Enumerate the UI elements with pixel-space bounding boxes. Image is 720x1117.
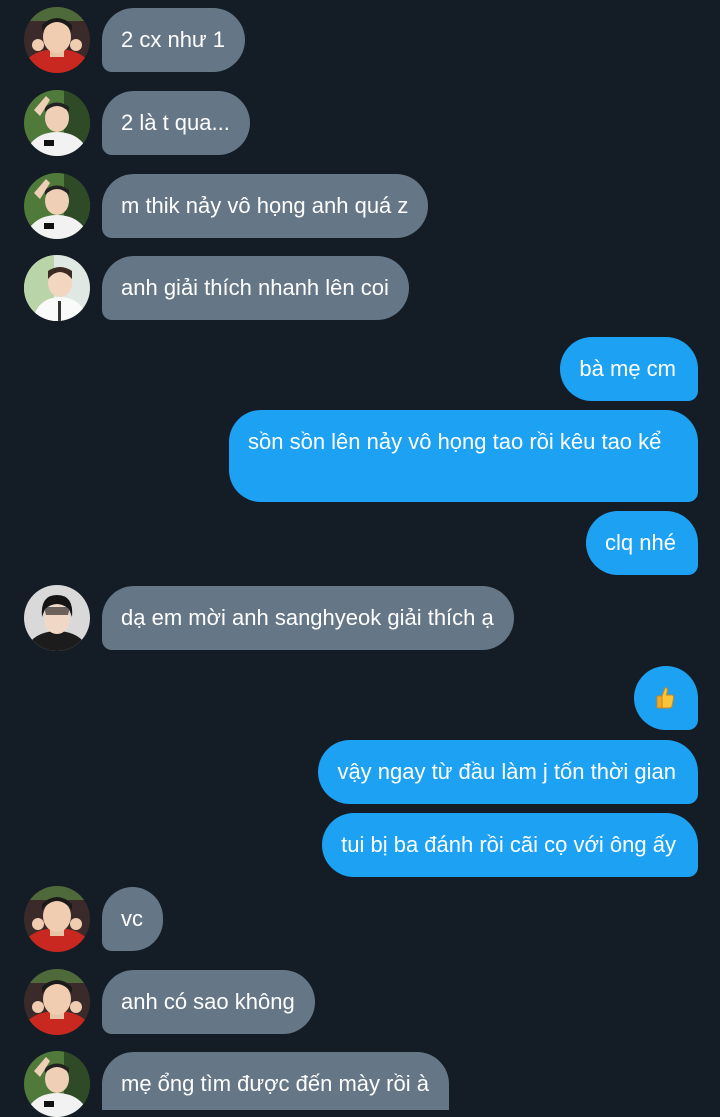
message-bubble-outgoing[interactable]: bà mẹ cm bbox=[560, 337, 698, 401]
avatar-red-jacket[interactable] bbox=[24, 7, 90, 73]
conversation-thread: 2 cx như 1 2 là t qua... m thik nảy vô h… bbox=[0, 0, 720, 1117]
message-text: tui bị ba đánh rồi cãi cọ với ông ấy bbox=[341, 832, 676, 857]
message-text: vậy ngay từ đầu làm j tốn thời gian bbox=[337, 759, 676, 784]
message-bubble-incoming[interactable]: 2 cx như 1 bbox=[102, 8, 246, 72]
avatar-dark-hair[interactable] bbox=[24, 585, 90, 651]
thumbs-up-icon bbox=[656, 687, 675, 709]
avatar-kt-jersey[interactable] bbox=[24, 90, 90, 156]
message-bubble-incoming[interactable]: dạ em mời anh sanghyeok giải thích ạ bbox=[102, 586, 514, 650]
avatar-kt-jersey[interactable] bbox=[24, 1051, 90, 1117]
message-bubble-incoming[interactable]: 2 là t qua... bbox=[102, 91, 250, 155]
message-text: anh có sao không bbox=[121, 989, 295, 1014]
avatar-white-shirt[interactable] bbox=[24, 255, 90, 321]
message-bubble-incoming[interactable]: vc bbox=[102, 887, 163, 951]
message-text: clq nhé bbox=[605, 530, 676, 555]
message-text: vc bbox=[121, 906, 143, 931]
message-bubble-outgoing[interactable] bbox=[634, 666, 698, 730]
message-bubble-incoming[interactable]: anh có sao không bbox=[102, 970, 315, 1034]
message-bubble-outgoing[interactable]: clq nhé bbox=[586, 511, 698, 575]
message-text: sồn sồn lên nảy vô họng tao rồi kêu tao … bbox=[248, 429, 662, 454]
message-bubble-incoming[interactable]: m thik nảy vô họng anh quá z bbox=[102, 174, 429, 238]
message-text: anh giải thích nhanh lên coi bbox=[121, 275, 389, 300]
message-bubble-incoming[interactable]: anh giải thích nhanh lên coi bbox=[102, 256, 409, 320]
message-bubble-outgoing[interactable]: sồn sồn lên nảy vô họng tao rồi kêu tao … bbox=[229, 410, 698, 502]
avatar-red-jacket[interactable] bbox=[24, 886, 90, 952]
message-text: 2 cx như 1 bbox=[121, 27, 226, 52]
message-bubble-outgoing[interactable]: tui bị ba đánh rồi cãi cọ với ông ấy bbox=[322, 813, 698, 877]
message-text: 2 là t qua... bbox=[121, 110, 230, 135]
message-text: m thik nảy vô họng anh quá z bbox=[121, 193, 409, 218]
message-bubble-outgoing[interactable]: vậy ngay từ đầu làm j tốn thời gian bbox=[318, 740, 698, 804]
message-text: bà mẹ cm bbox=[579, 356, 676, 381]
avatar-kt-jersey[interactable] bbox=[24, 173, 90, 239]
avatar-red-jacket[interactable] bbox=[24, 969, 90, 1035]
message-bubble-incoming[interactable]: mẹ ổng tìm được đến mày rồi à bbox=[102, 1052, 449, 1110]
message-text: mẹ ổng tìm được đến mày rồi à bbox=[121, 1071, 429, 1096]
message-text: dạ em mời anh sanghyeok giải thích ạ bbox=[121, 605, 494, 630]
